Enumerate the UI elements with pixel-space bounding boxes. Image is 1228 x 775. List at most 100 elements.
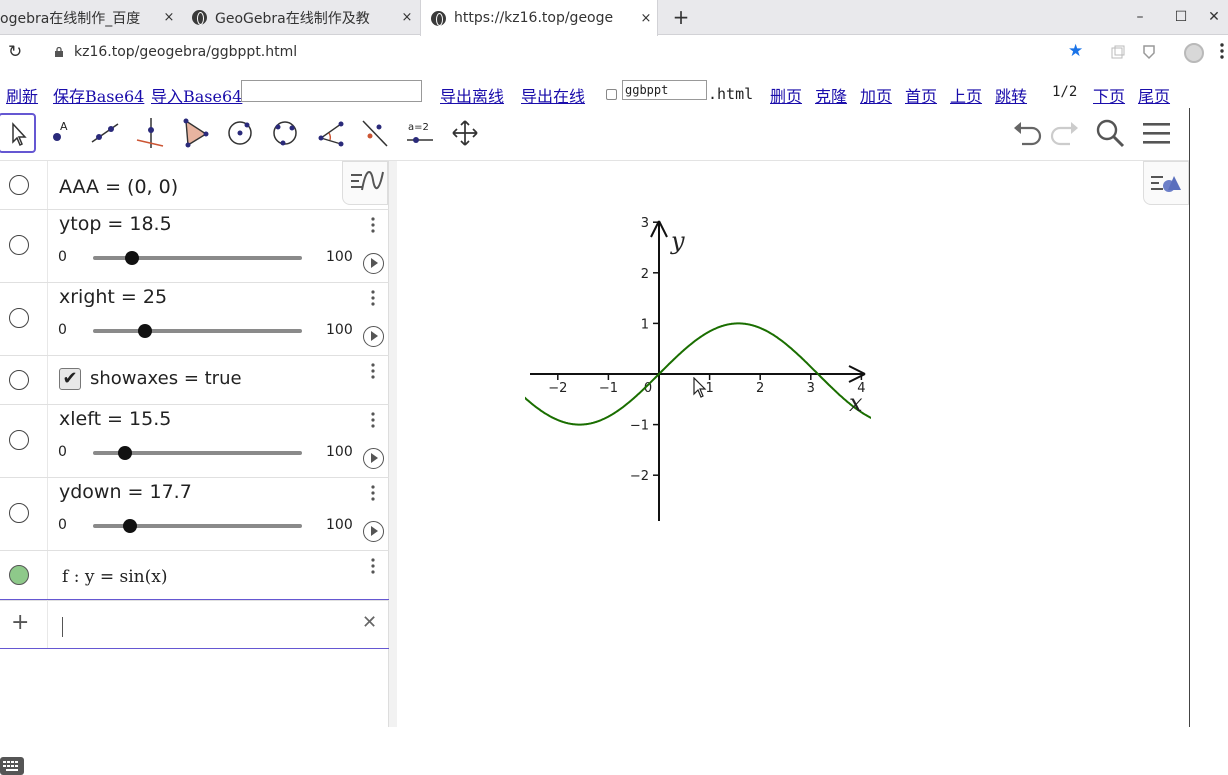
move-tool-button[interactable] [0, 113, 36, 153]
function-plot[interactable]: −2 −1 0 1 2 3 4321−1−2 x y [397, 161, 1189, 727]
save-base64-link[interactable]: 保存Base64 [53, 83, 144, 107]
showaxes-checkbox[interactable]: ✔ [59, 368, 81, 390]
visibility-toggle[interactable] [9, 175, 29, 195]
circle-three-points-tool-button[interactable] [266, 113, 304, 153]
base64-input[interactable] [241, 80, 422, 102]
slider-track[interactable] [93, 324, 302, 338]
point-tool-button[interactable]: A [42, 113, 80, 153]
delete-page-link[interactable]: 删页 [770, 83, 802, 107]
visibility-toggle[interactable] [9, 503, 29, 523]
x-tick-label: −2 [548, 381, 567, 396]
polygon-tool-button[interactable] [176, 113, 214, 153]
tab-close-icon[interactable]: × [158, 10, 180, 25]
marble-column [0, 161, 48, 209]
visibility-toggle[interactable] [9, 565, 29, 585]
algebra-item-xleft[interactable]: xleft = 15.5 0 100 [0, 405, 389, 478]
undo-icon[interactable] [1010, 118, 1044, 148]
visibility-toggle[interactable] [9, 308, 29, 328]
reflect-tool-button[interactable] [356, 113, 394, 153]
move-graphics-tool-button[interactable] [446, 113, 484, 153]
new-tab-button[interactable]: + [668, 4, 694, 30]
add-page-link[interactable]: 加页 [860, 83, 892, 107]
algebra-input[interactable] [56, 610, 346, 638]
slider-min: 0 [58, 444, 67, 460]
slider-knob[interactable] [118, 446, 133, 460]
browser-tab-2[interactable]: GeoGebra在线制作及教 × [182, 0, 418, 35]
slider-icon: a=2 [407, 122, 433, 143]
slider-track[interactable] [93, 519, 302, 533]
algebra-item-text: xright = 25 [59, 286, 168, 308]
x-tick-label: 2 [756, 381, 764, 396]
close-window-button[interactable]: ✕ [1200, 0, 1228, 34]
last-page-link[interactable]: 尾页 [1138, 83, 1170, 107]
graphics-view[interactable]: −2 −1 0 1 2 3 4 3 2 1 −1 −2 x y [397, 161, 1189, 727]
polygon-icon [183, 118, 209, 148]
slider-track[interactable] [93, 251, 302, 265]
marble-column [0, 478, 48, 550]
algebra-item-f[interactable]: f : y = sin(x) [0, 551, 389, 601]
algebra-item-aaa[interactable]: AAA = (0, 0) [0, 161, 389, 210]
algebra-item-showaxes[interactable]: ✔ showaxes = true [0, 356, 389, 405]
tab-close-icon[interactable]: × [635, 11, 657, 26]
profile-avatar[interactable] [1184, 43, 1204, 63]
visibility-toggle[interactable] [9, 430, 29, 450]
hamburger-menu-icon[interactable] [1142, 118, 1172, 148]
play-animation-button[interactable] [363, 521, 384, 542]
slider-tool-button[interactable]: a=2 [401, 113, 439, 153]
minimize-button[interactable]: – [1120, 0, 1160, 34]
reload-icon[interactable]: ↻ [8, 42, 22, 62]
shield-icon[interactable] [1141, 44, 1157, 60]
clone-page-link[interactable]: 克隆 [815, 83, 847, 107]
visibility-toggle[interactable] [9, 370, 29, 390]
perpendicular-tool-button[interactable] [131, 113, 169, 153]
tab-close-icon[interactable]: × [396, 10, 418, 25]
clear-input-icon[interactable]: ✕ [362, 612, 377, 633]
url-field[interactable]: kz16.top/geogebra/ggbppt.html [74, 44, 297, 60]
slider-knob[interactable] [124, 251, 139, 265]
refresh-link[interactable]: 刷新 [6, 83, 38, 107]
more-options-icon[interactable] [368, 412, 378, 428]
visibility-toggle[interactable] [9, 235, 29, 255]
bookmark-star-icon[interactable]: ★ [1068, 41, 1083, 61]
view-divider[interactable] [389, 161, 397, 727]
export-offline-link[interactable]: 导出离线 [440, 83, 504, 107]
algebra-input-row[interactable]: + ✕ [0, 599, 389, 649]
export-checkbox[interactable] [606, 89, 617, 100]
more-options-icon[interactable] [368, 217, 378, 233]
export-online-link[interactable]: 导出在线 [521, 83, 585, 107]
browser-tab-3[interactable]: https://kz16.top/geoge × [420, 0, 658, 36]
filename-input[interactable] [622, 80, 707, 100]
add-icon[interactable]: + [11, 610, 29, 635]
slider-max: 100 [326, 322, 353, 338]
slider-max: 100 [326, 444, 353, 460]
more-options-icon[interactable] [368, 558, 378, 574]
play-animation-button[interactable] [363, 253, 384, 274]
play-animation-button[interactable] [363, 326, 384, 347]
browser-menu-icon[interactable] [1219, 42, 1225, 60]
algebra-item-ytop[interactable]: ytop = 18.5 0 100 [0, 210, 389, 283]
extension-icon[interactable] [1110, 44, 1126, 60]
play-animation-button[interactable] [363, 448, 384, 469]
redo-icon[interactable] [1048, 118, 1082, 148]
more-options-icon[interactable] [368, 290, 378, 306]
maximize-button[interactable]: ☐ [1161, 0, 1201, 34]
algebra-item-ydown[interactable]: ydown = 17.7 0 100 [0, 478, 389, 551]
slider-knob[interactable] [122, 519, 137, 533]
more-options-icon[interactable] [368, 363, 378, 379]
slider-knob[interactable] [138, 324, 153, 338]
slider-track[interactable] [93, 446, 302, 460]
import-base64-link[interactable]: 导入Base64 [151, 83, 242, 107]
circle-center-tool-button[interactable] [221, 113, 259, 153]
first-page-link[interactable]: 首页 [905, 83, 937, 107]
more-options-icon[interactable] [368, 485, 378, 501]
prev-page-link[interactable]: 上页 [950, 83, 982, 107]
algebra-item-text: ytop = 18.5 [59, 213, 172, 235]
search-icon[interactable] [1094, 118, 1126, 148]
algebra-item-xright[interactable]: xright = 25 0 100 [0, 283, 389, 356]
next-page-link[interactable]: 下页 [1093, 83, 1125, 107]
jump-link[interactable]: 跳转 [995, 83, 1027, 107]
browser-tab-1[interactable]: ogebra在线制作_百度 × [0, 0, 180, 35]
line-tool-button[interactable] [86, 113, 124, 153]
keyboard-icon[interactable] [0, 757, 24, 775]
angle-tool-button[interactable] [311, 113, 349, 153]
